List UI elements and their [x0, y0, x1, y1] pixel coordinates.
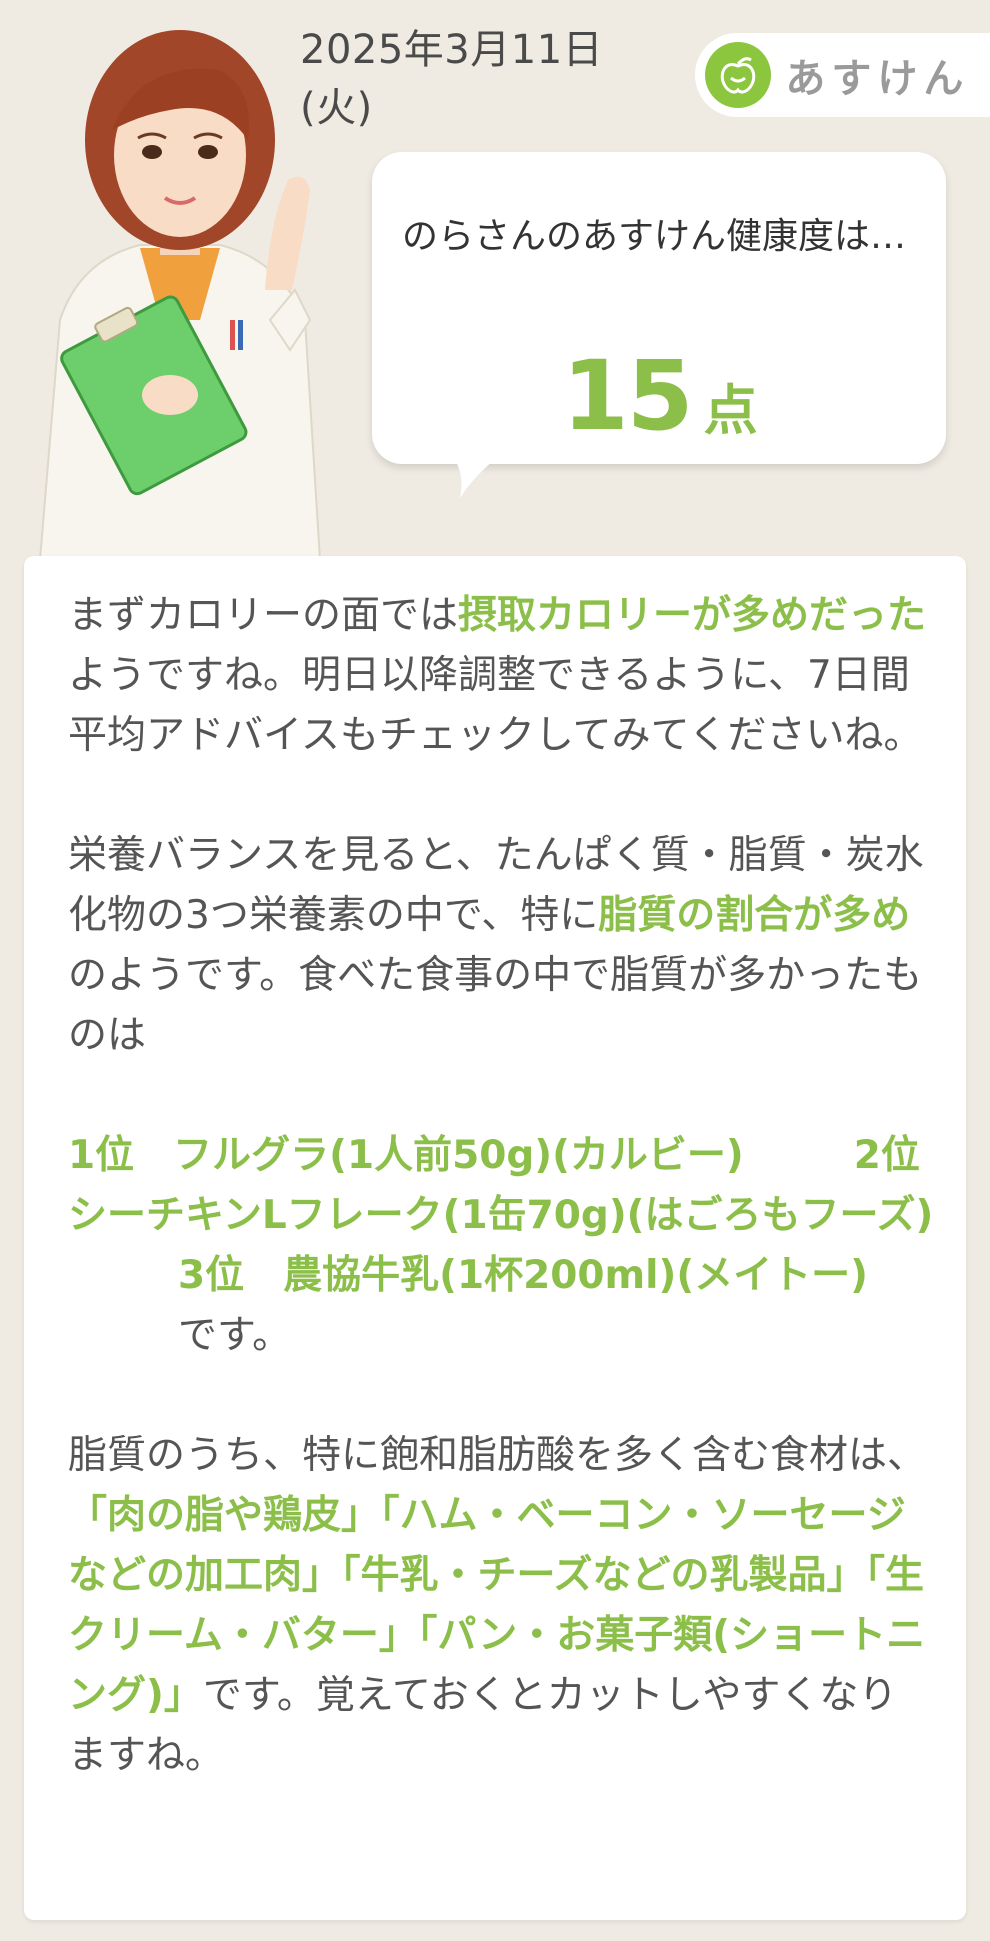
highlight-text: 摂取カロリーが多めだった — [458, 593, 927, 638]
text-segment: ようですね。明日以降調整できるように、7日間平均アドバイスもチェックしてみてくだ… — [68, 653, 923, 758]
saturated-fat-paragraph: 脂質のうち、特に飽和脂肪酸を多く含む食材は、「肉の脂や鶏皮」「ハム・ベーコン・ソ… — [68, 1426, 934, 1786]
text-segment: です。 — [178, 1313, 292, 1358]
header: 2025年3月11日 (火) あすけん のらさんのあすけん健康度は… 15 点 — [0, 0, 990, 560]
brand-name: あすけん — [785, 56, 970, 102]
advice-body: まずカロリーの面では摂取カロリーが多めだったようですね。明日以降調整できるように… — [68, 586, 959, 1846]
doctor-illustration — [38, 30, 322, 560]
score-intro-text: のらさんのあすけん健康度は… — [402, 216, 907, 257]
fat-ranking-paragraph: 1位 フルグラ(1人前50g)(カルビー) 2位 シーチキンLフレーク(1缶70g… — [68, 1126, 959, 1366]
ranking-item-1: 1位 フルグラ(1人前50g)(カルビー) — [68, 1133, 744, 1178]
date-brand-row: 2025年3月11日 (火) あすけん — [300, 27, 990, 131]
ranking-item-3: 3位 農協牛乳(1杯200ml)(メイトー) — [178, 1253, 868, 1298]
text-segment: のようです。食べた食事の中で脂質が多かったものは — [68, 953, 923, 1058]
health-score: 15 点 — [562, 340, 758, 452]
speech-bubble-tail — [448, 450, 508, 498]
highlight-text: 脂質の割合が多め — [598, 893, 911, 938]
advice-card: まずカロリーの面では摂取カロリーが多めだったようですね。明日以降調整できるように… — [24, 556, 966, 1920]
score-speech-bubble: のらさんのあすけん健康度は… 15 点 — [372, 152, 946, 464]
nutrient-balance-paragraph: 栄養バランスを見ると、たんぱく質・脂質・炭水化物の3つ栄養素の中で、特に脂質の割… — [68, 826, 934, 1066]
text-segment: まずカロリーの面では — [68, 593, 459, 638]
text-segment: 脂質のうち、特に飽和脂肪酸を多く含む食材は、 — [68, 1433, 927, 1478]
date-label: 2025年3月11日 (火) — [300, 27, 604, 131]
calorie-paragraph: まずカロリーの面では摂取カロリーが多めだったようですね。明日以降調整できるように… — [68, 586, 934, 766]
apple-logo-icon — [705, 42, 772, 108]
brand-badge: あすけん — [695, 33, 990, 117]
score-value: 15 — [562, 340, 694, 452]
score-unit: 点 — [703, 379, 758, 442]
